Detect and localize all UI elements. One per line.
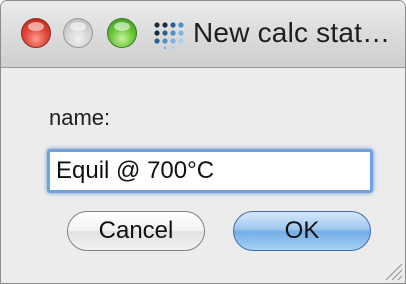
minimize-window-button[interactable] (63, 18, 93, 48)
app-dot-grid-icon (154, 22, 184, 49)
zoom-window-button[interactable] (107, 18, 137, 48)
dialog-content: name: Cancel OK (1, 68, 405, 283)
name-label: name: (49, 105, 111, 130)
resize-grip-icon[interactable] (381, 259, 403, 281)
dialog-window: New calc stat… name: Cancel OK (0, 0, 406, 284)
title-bar[interactable]: New calc stat… (1, 1, 405, 68)
name-input[interactable] (47, 149, 373, 193)
close-window-button[interactable] (21, 18, 51, 48)
ok-button[interactable]: OK (233, 211, 371, 251)
cancel-button[interactable]: Cancel (67, 211, 205, 251)
window-title: New calc stat… (193, 17, 391, 48)
